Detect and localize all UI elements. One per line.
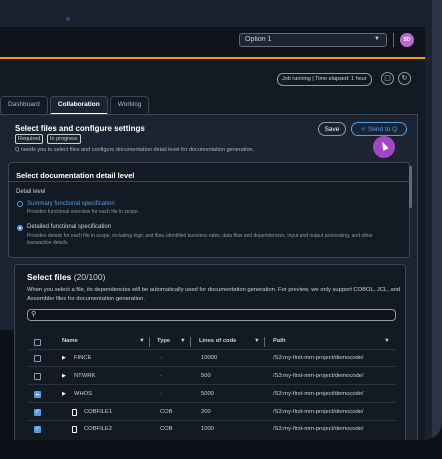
scrollbar[interactable] [409,166,412,208]
row-checkbox[interactable] [34,373,41,380]
refresh-icon: ↻ [401,75,408,82]
caret-down-icon: ▼ [374,36,380,42]
camera-dot [66,17,70,21]
file-loc: 500 [201,373,211,379]
divider [8,181,410,182]
summary-option-desc: Provides functional overview for each fi… [27,209,140,215]
sparkle-icon: ✧ [360,126,367,133]
file-type: - [160,391,162,397]
stop-icon: ▢ [384,75,391,82]
file-loc: 200 [201,409,211,415]
section-title: Select files and configure settings [15,124,145,133]
expand-icon[interactable]: ▶ [62,373,66,379]
column-separator [190,337,191,347]
file-type: - [160,373,162,379]
detailed-option-label: Detailed functional specification [27,224,112,230]
search-icon: ⚲ [31,311,37,318]
bezel-shadow [0,330,14,440]
file-name: NTWRK [74,373,96,379]
file-name: FINCE [74,355,92,361]
file-loc: 5000 [201,391,214,397]
files-title-text: Select files [27,272,72,282]
detail-level-label: Detail level [16,189,46,195]
tab-bar: Dashboard Collaboration Worklog [0,96,151,115]
sort-down-icon[interactable]: ▼ [384,338,390,344]
row-checkbox-checked[interactable] [34,425,41,433]
row-checkbox-indeterminate[interactable] [34,391,41,398]
section-description: Q needs you to select files and configur… [15,147,255,153]
required-badge: Required [15,134,44,144]
file-type: COB [160,426,173,432]
file-name: WHOS [74,391,93,397]
send-to-q-label: Send to Q [367,126,398,133]
summary-option-label: Summary functional specification [27,201,115,207]
send-to-q-button[interactable]: ✧ Send to Q [351,122,407,136]
row-divider [27,349,397,350]
file-loc: 10000 [201,355,218,361]
file-loc: 1000 [201,426,214,432]
column-header-name[interactable]: Name [62,338,78,344]
sort-down-icon[interactable]: ▼ [254,338,260,344]
file-type: - [160,355,162,361]
column-separator [149,337,150,347]
row-divider [27,366,397,367]
doc-level-title: Select documentation detail level [16,171,135,180]
file-icon [72,426,77,433]
tab-collaboration[interactable]: Collaboration [49,96,108,115]
save-button[interactable]: Save [318,122,346,136]
sort-down-icon[interactable]: ▼ [180,338,186,344]
topbar-divider [393,33,394,47]
file-path: /S3:my-first-mm-project/democode/ [273,373,364,379]
summary-radio[interactable] [17,201,23,207]
row-divider [27,384,397,385]
column-separator [264,337,265,347]
in-progress-badge: In progress [47,134,81,144]
detailed-radio[interactable] [17,225,23,231]
file-path: /S3:my-first-mm-project/democode/ [273,409,364,415]
file-type: COB [160,409,173,415]
search-input[interactable] [27,309,396,321]
stop-button[interactable]: ▢ [381,72,394,85]
file-path: /S3:my-first-mm-project/democode/ [273,426,364,432]
column-header-lines-of-code[interactable]: Lines of code [199,338,236,344]
refresh-button[interactable]: ↻ [398,72,411,85]
sort-down-icon[interactable]: ▼ [139,338,145,344]
option-dropdown-value: Option 1 [245,36,272,43]
row-divider [27,402,397,403]
file-name: COBFILE1 [84,409,113,415]
select-all-checkbox[interactable] [34,339,41,346]
file-name: COBFILE2 [84,426,113,432]
row-divider [27,420,397,421]
row-checkbox[interactable] [34,355,41,362]
files-title: Select files (20/100) [27,272,105,282]
column-header-path[interactable]: Path [273,338,286,344]
tab-worklog[interactable]: Worklog [109,96,150,113]
file-path: /S3:my-first-mm-project/democode/ [273,391,364,397]
files-description: When you select a file, its dependencies… [27,287,401,302]
bottom-bezel [0,440,442,459]
file-path: /S3:my-first-mm-project/democode/ [273,355,364,361]
detailed-option-desc: Provides details for each file in scope,… [27,233,373,246]
expand-icon[interactable]: ▶ [62,391,66,397]
user-avatar[interactable]: SD [400,33,414,47]
job-status-badge: Job running | Time elapsed: 1 hour [277,73,372,86]
option-dropdown[interactable]: Option 1 ▼ [239,33,387,47]
row-checkbox-checked[interactable] [34,408,41,416]
expand-icon[interactable]: ▶ [62,355,66,361]
tab-dashboard[interactable]: Dashboard [0,96,48,113]
file-icon [72,409,77,416]
column-header-type[interactable]: Type [157,338,170,344]
files-count: (20/100) [73,272,106,282]
